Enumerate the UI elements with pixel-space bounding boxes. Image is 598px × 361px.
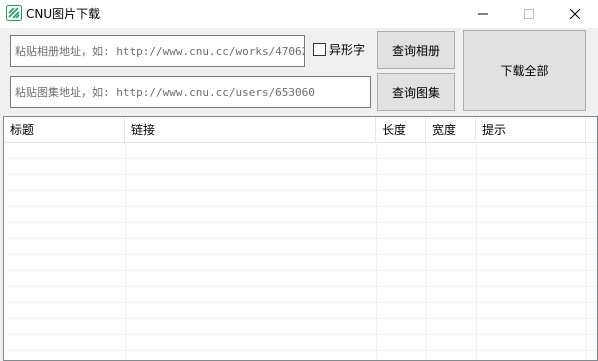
collection-url-input[interactable] — [10, 76, 371, 108]
query-album-button[interactable]: 查询相册 — [377, 31, 455, 69]
query-album-label: 查询相册 — [391, 43, 440, 58]
column-header-width[interactable]: 宽度 — [426, 117, 476, 143]
variant-font-checkbox[interactable]: 异形字 — [313, 41, 365, 57]
title-bar: CNU图片下载 — [0, 0, 598, 28]
query-collection-label: 查询图集 — [391, 85, 440, 100]
column-header-hint[interactable]: 提示 — [476, 117, 586, 143]
column-header-length[interactable]: 长度 — [376, 117, 426, 143]
column-divider — [476, 143, 477, 360]
table-body — [4, 143, 597, 360]
column-divider — [426, 143, 427, 360]
close-button[interactable] — [552, 0, 598, 28]
minimize-button[interactable] — [460, 0, 506, 28]
column-divider — [586, 143, 587, 360]
column-header-link[interactable]: 链接 — [125, 117, 376, 143]
table-header: 标题 链接 长度 宽度 提示 — [4, 117, 597, 143]
checkbox-label: 异形字 — [329, 42, 366, 57]
checkbox-box[interactable] — [313, 42, 326, 56]
results-table[interactable]: 标题 链接 长度 宽度 提示 — [3, 116, 598, 361]
minimize-icon — [478, 13, 488, 15]
column-divider — [125, 143, 126, 360]
cnu-app-icon — [6, 5, 22, 21]
query-collection-button[interactable]: 查询图集 — [377, 73, 455, 111]
download-all-label: 下载全部 — [500, 64, 549, 78]
column-divider — [376, 143, 377, 360]
download-all-button[interactable]: 下载全部 — [463, 30, 586, 111]
maximize-button[interactable] — [506, 0, 552, 28]
album-url-input[interactable] — [10, 35, 305, 67]
window-title: CNU图片下载 — [26, 7, 101, 21]
column-header-title[interactable]: 标题 — [4, 117, 125, 143]
close-icon — [570, 9, 580, 19]
maximize-icon — [524, 9, 534, 19]
